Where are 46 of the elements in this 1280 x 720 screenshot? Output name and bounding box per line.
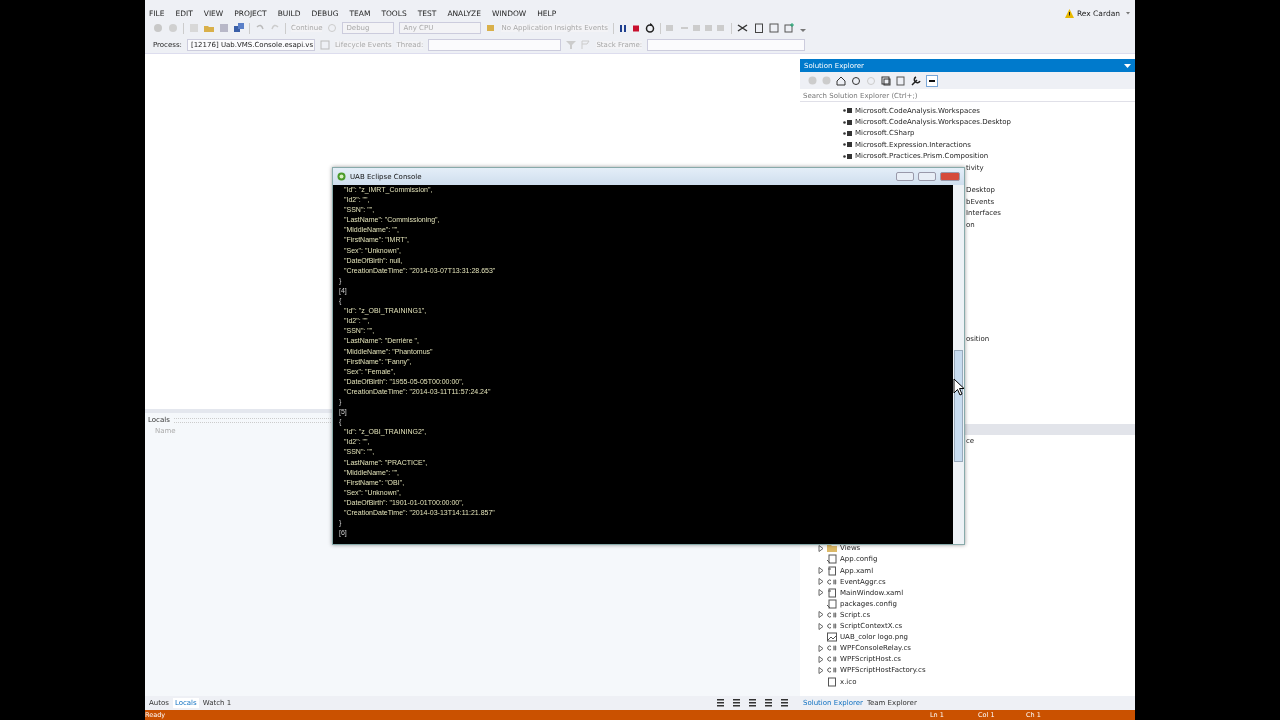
csharp-file-icon[interactable] <box>827 654 837 665</box>
home-icon[interactable] <box>836 75 846 86</box>
expand-arrow-icon[interactable] <box>818 644 824 652</box>
window-icon[interactable] <box>768 23 779 33</box>
save-all-icon[interactable] <box>234 23 244 33</box>
expand-arrow-icon[interactable] <box>818 622 824 630</box>
document-icon[interactable] <box>827 565 837 576</box>
stop-icon[interactable] <box>631 23 640 33</box>
csharp-file-icon[interactable] <box>827 621 837 632</box>
reference-icon[interactable] <box>843 107 852 115</box>
folder-icon[interactable] <box>827 543 837 554</box>
config-file-icon[interactable] <box>827 554 837 565</box>
expand-arrow-icon[interactable] <box>818 589 824 597</box>
pause-icon[interactable] <box>618 23 627 33</box>
csharp-file-icon[interactable] <box>827 643 837 654</box>
expand-arrow-icon[interactable] <box>818 578 824 586</box>
expand-arrow-icon[interactable] <box>818 655 824 663</box>
config-file-icon[interactable] <box>827 598 837 609</box>
caret-icon[interactable] <box>1125 10 1131 16</box>
document-icon[interactable] <box>827 587 837 598</box>
expand-arrow-icon[interactable] <box>818 611 824 619</box>
collapse-icon[interactable] <box>881 75 891 86</box>
expand-arrow-icon[interactable] <box>818 544 824 552</box>
scroll-thumb[interactable] <box>954 350 963 462</box>
minus-icon[interactable] <box>926 74 938 87</box>
reference-icon[interactable] <box>843 129 852 137</box>
csharp-file-icon[interactable] <box>827 665 837 676</box>
maximize-button[interactable] <box>918 172 936 181</box>
scrollbar[interactable] <box>953 185 964 544</box>
reference-icon[interactable] <box>843 152 852 160</box>
image-file-icon[interactable] <box>827 632 837 643</box>
window-add-icon[interactable] <box>783 23 794 33</box>
expand-arrow-icon[interactable] <box>818 666 824 674</box>
caret-icon[interactable] <box>1124 62 1131 69</box>
warning-icon[interactable] <box>1064 8 1074 18</box>
reference-icon[interactable] <box>843 141 852 149</box>
wrench-icon[interactable] <box>911 75 921 86</box>
minimize-button[interactable] <box>896 172 914 181</box>
app-icon[interactable] <box>337 172 346 181</box>
csharp-file-icon[interactable] <box>827 576 837 587</box>
restart-icon[interactable] <box>644 23 655 33</box>
file-icon[interactable] <box>827 676 837 687</box>
expand-arrow-icon[interactable] <box>818 567 824 575</box>
csharp-file-icon[interactable] <box>827 609 837 620</box>
reference-icon[interactable] <box>843 118 852 126</box>
list-icon[interactable] <box>716 698 726 708</box>
